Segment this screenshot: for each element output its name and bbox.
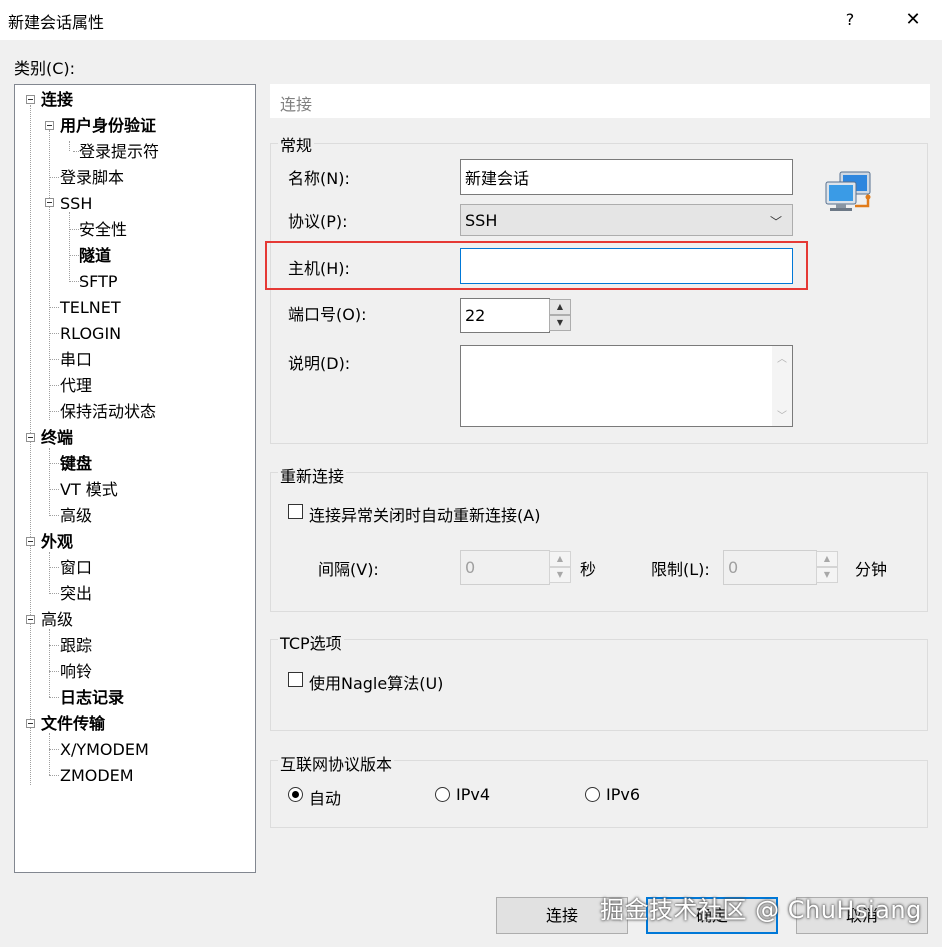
tree-item[interactable]: 响铃 — [60, 662, 92, 682]
tree-item[interactable]: X/YMODEM — [60, 740, 149, 760]
tree-item[interactable]: 突出 — [60, 584, 92, 604]
auto-reconnect-checkbox[interactable] — [288, 504, 303, 519]
auto-reconnect-label: 连接异常关闭时自动重新连接(A) — [309, 506, 541, 525]
spin-up-icon: ▲ — [816, 551, 838, 567]
scroll-up-icon[interactable]: ︿ — [772, 350, 792, 365]
general-legend: 常规 — [278, 132, 315, 156]
scroll-down-icon[interactable]: ﹀ — [772, 407, 792, 422]
tree-item[interactable]: 窗口 — [60, 558, 92, 578]
collapse-icon[interactable] — [26, 615, 35, 624]
reconnect-group — [270, 472, 928, 612]
description-textarea[interactable]: ︿ ﹀ — [460, 345, 793, 427]
tree-item[interactable]: 代理 — [60, 376, 92, 396]
tree-item[interactable]: 安全性 — [79, 220, 127, 240]
tree-item[interactable]: 登录提示符 — [79, 142, 159, 162]
collapse-icon[interactable] — [26, 95, 35, 104]
section-header: 连接 — [270, 84, 930, 118]
tree-item[interactable]: SFTP — [79, 272, 118, 292]
tree-item[interactable]: 串口 — [60, 350, 92, 370]
interval-label: 间隔(V): — [318, 560, 379, 579]
section-title: 连接 — [280, 95, 313, 114]
tree-item[interactable]: 用户身份验证 — [60, 116, 156, 136]
tree-item[interactable]: 终端 — [41, 428, 73, 448]
limit-input — [723, 550, 817, 585]
radio-ipv6-label: IPv6 — [606, 785, 641, 804]
network-computers-icon — [825, 171, 871, 211]
tree-item[interactable]: 文件传输 — [41, 714, 105, 734]
tree-item[interactable]: 高级 — [41, 610, 73, 630]
protocol-select[interactable]: SSH ﹀ — [460, 204, 793, 236]
tree-item[interactable]: 外观 — [41, 532, 73, 552]
radio-ipv4-label: IPv4 — [456, 785, 491, 804]
tree-item[interactable]: 键盘 — [60, 454, 92, 474]
port-input[interactable] — [460, 298, 550, 333]
name-input[interactable] — [460, 159, 793, 195]
spin-up-icon: ▲ — [549, 551, 571, 567]
help-button[interactable]: ? — [836, 6, 864, 34]
radio-ipv6[interactable] — [585, 787, 600, 802]
title-bar: 新建会话属性 ? ✕ — [0, 0, 942, 40]
collapse-icon[interactable] — [26, 719, 35, 728]
limit-label: 限制(L): — [651, 560, 710, 579]
interval-input — [460, 550, 550, 585]
spin-up-icon[interactable]: ▲ — [549, 299, 571, 315]
tree-item[interactable]: TELNET — [60, 298, 121, 318]
spin-down-icon: ▼ — [816, 567, 838, 583]
collapse-icon[interactable] — [26, 433, 35, 442]
spin-down-icon[interactable]: ▼ — [549, 315, 571, 331]
window-title: 新建会话属性 — [8, 13, 105, 32]
name-label: 名称(N): — [288, 169, 350, 188]
limit-unit: 分钟 — [855, 560, 888, 579]
reconnect-legend: 重新连接 — [278, 463, 347, 487]
collapse-icon[interactable] — [26, 537, 35, 546]
tree-item[interactable]: 日志记录 — [60, 688, 124, 708]
tree-item[interactable]: 隧道 — [79, 246, 111, 266]
host-highlight-box — [265, 241, 808, 290]
nagle-checkbox[interactable] — [288, 672, 303, 687]
tree-item[interactable]: 高级 — [60, 506, 92, 526]
port-spinner[interactable]: ▲ ▼ — [549, 298, 571, 333]
tree-item[interactable]: ZMODEM — [60, 766, 134, 786]
tree-item[interactable]: 连接 — [41, 90, 73, 110]
radio-ipv4[interactable] — [435, 787, 450, 802]
protocol-value: SSH — [465, 211, 498, 230]
tree-item[interactable]: VT 模式 — [60, 480, 118, 500]
limit-spinner: ▲ ▼ — [816, 550, 838, 585]
port-label: 端口号(O): — [288, 305, 367, 324]
tcp-legend: TCP选项 — [278, 630, 344, 654]
protocol-label: 协议(P): — [288, 212, 348, 231]
tree-item[interactable]: SSH — [60, 194, 92, 214]
collapse-icon[interactable] — [45, 121, 54, 130]
interval-spinner: ▲ ▼ — [549, 550, 571, 585]
tree-item[interactable]: 登录脚本 — [60, 168, 124, 188]
description-label: 说明(D): — [288, 354, 351, 373]
close-button[interactable]: ✕ — [898, 6, 928, 34]
collapse-icon[interactable] — [45, 198, 54, 207]
category-tree[interactable]: 连接用户身份验证登录提示符登录脚本 SSH 安全性隧道 SFTP TELNET RLOGI… — [14, 84, 256, 873]
nagle-label: 使用Nagle算法(U) — [309, 674, 444, 693]
tree-item[interactable]: 跟踪 — [60, 636, 92, 656]
spin-down-icon: ▼ — [549, 567, 571, 583]
chevron-down-icon: ﹀ — [769, 215, 782, 229]
tree-item[interactable]: 保持活动状态 — [60, 402, 156, 422]
interval-unit: 秒 — [580, 560, 597, 579]
watermark: 掘金技术社区 @ ChuHsiang — [600, 896, 922, 924]
description-scrollbar[interactable]: ︿ ﹀ — [772, 346, 792, 426]
category-label: 类别(C): — [14, 59, 76, 78]
radio-auto-label: 自动 — [309, 789, 342, 808]
radio-auto[interactable] — [288, 787, 303, 802]
tree-item[interactable]: RLOGIN — [60, 324, 121, 344]
ip-version-legend: 互联网协议版本 — [278, 751, 395, 775]
